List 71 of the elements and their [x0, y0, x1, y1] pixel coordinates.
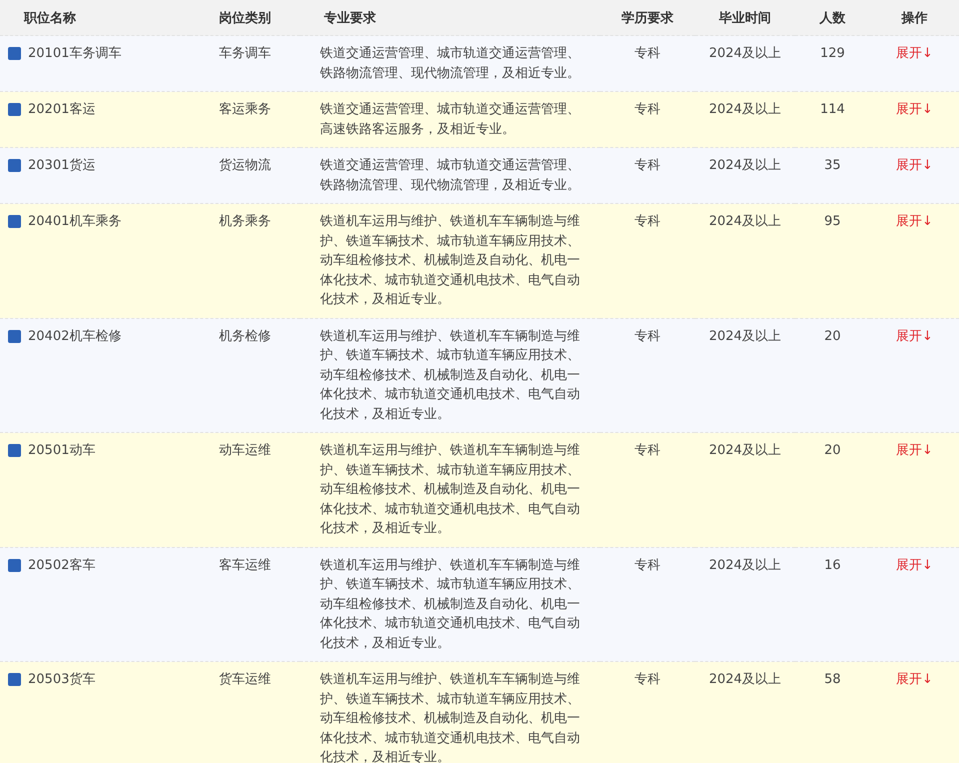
position-category: 货运物流 — [219, 158, 271, 173]
column-header: 岗位类别 — [219, 10, 271, 26]
column-header: 人数 — [820, 10, 846, 26]
square-icon — [8, 215, 21, 228]
position-name: 20301货运 — [28, 157, 96, 175]
headcount: 20 — [824, 328, 841, 344]
position-category: 动车运维 — [219, 443, 271, 458]
column-header: 学历要求 — [622, 10, 674, 26]
position-category: 客运乘务 — [219, 102, 271, 117]
position-name: 20502客车 — [28, 556, 96, 574]
expand-link[interactable]: 展开↓ — [896, 102, 933, 117]
position-name: 20501动车 — [28, 442, 96, 460]
major-requirement: 铁道交通运营管理、城市轨道交通运营管理、铁路物流管理、现代物流管理，及相近专业。 — [319, 157, 581, 194]
graduation-time: 2024及以上 — [708, 558, 782, 572]
square-icon — [8, 558, 21, 572]
graduation-time: 2024及以上 — [708, 672, 782, 687]
position-category: 客车运维 — [219, 558, 271, 572]
major-requirement: 铁道交通运营管理、城市轨道交通运营管理、铁路物流管理、现代物流管理，及相近专业。 — [319, 45, 581, 82]
square-icon — [8, 159, 21, 172]
expand-link[interactable]: 展开↓ — [896, 328, 933, 344]
major-requirement: 铁道交通运营管理、城市轨道交通运营管理、高速铁路客运服务，及相近专业。 — [319, 101, 581, 138]
position-name: 20402机车检修 — [28, 328, 122, 346]
graduation-time: 2024及以上 — [708, 158, 782, 173]
graduation-time: 2024及以上 — [708, 328, 782, 344]
major-requirement: 铁道机车运用与维护、铁道机车车辆制造与维护、铁道车辆技术、城市轨道车辆应用技术、动车组检修技术、机械制造及自动化、机电一体化技术、城市轨道交通机电技术、电气自动化技术，及相近专业。 — [319, 213, 581, 309]
square-icon — [8, 103, 21, 116]
column-header: 毕业时间 — [719, 10, 771, 26]
education-requirement: 专科 — [634, 158, 660, 173]
position-name: 20101车务调车 — [28, 45, 122, 63]
graduation-time: 2024及以上 — [708, 214, 782, 229]
square-icon — [8, 444, 21, 458]
expand-link[interactable]: 展开↓ — [896, 214, 933, 229]
major-requirement: 铁道机车运用与维护、铁道机车车辆制造与维护、铁道车辆技术、城市轨道车辆应用技术、动车组检修技术、机械制造及自动化、机电一体化技术、城市轨道交通机电技术、电气自动化技术，及相近专业。 — [319, 671, 581, 763]
headcount: 35 — [824, 158, 841, 173]
expand-link[interactable]: 展开↓ — [896, 558, 933, 572]
expand-link[interactable]: 展开↓ — [896, 443, 933, 458]
graduation-time: 2024及以上 — [708, 46, 782, 61]
graduation-time: 2024及以上 — [708, 443, 782, 458]
column-header: 专业要求 — [324, 10, 376, 26]
expand-link[interactable]: 展开↓ — [896, 46, 933, 61]
position-name: 20503货车 — [28, 671, 96, 689]
major-requirement: 铁道机车运用与维护、铁道机车车辆制造与维护、铁道车辆技术、城市轨道车辆应用技术、动车组检修技术、机械制造及自动化、机电一体化技术、城市轨道交通机电技术、电气自动化技术，及相近专业。 — [319, 556, 581, 652]
position-name: 20401机车乘务 — [28, 213, 122, 231]
headcount: 129 — [820, 46, 845, 61]
education-requirement: 专科 — [634, 328, 660, 344]
education-requirement: 专科 — [634, 46, 660, 61]
expand-link[interactable]: 展开↓ — [896, 672, 933, 687]
headcount: 95 — [824, 214, 841, 229]
education-requirement: 专科 — [634, 214, 660, 229]
position-category: 机务乘务 — [219, 214, 271, 229]
headcount: 20 — [824, 443, 841, 458]
position-category: 机务检修 — [219, 328, 271, 344]
square-icon — [8, 47, 21, 60]
position-category: 货车运维 — [219, 672, 271, 687]
education-requirement: 专科 — [634, 443, 660, 458]
major-requirement: 铁道机车运用与维护、铁道机车车辆制造与维护、铁道车辆技术、城市轨道车辆应用技术、动车组检修技术、机械制造及自动化、机电一体化技术、城市轨道交通机电技术、电气自动化技术，及相近专业。 — [319, 442, 581, 538]
major-requirement: 铁道机车运用与维护、铁道机车车辆制造与维护、铁道车辆技术、城市轨道车辆应用技术、动车组检修技术、机械制造及自动化、机电一体化技术、城市轨道交通机电技术、电气自动化技术，及相近专业。 — [319, 328, 581, 424]
square-icon — [8, 673, 21, 686]
square-icon — [8, 330, 21, 343]
education-requirement: 专科 — [634, 102, 660, 117]
position-category: 车务调车 — [219, 46, 271, 61]
expand-link[interactable]: 展开↓ — [896, 158, 933, 173]
column-header: 操作 — [902, 10, 928, 26]
column-header: 职位名称 — [24, 10, 76, 26]
position-name: 20201客运 — [28, 101, 96, 119]
graduation-time: 2024及以上 — [708, 102, 782, 117]
headcount: 58 — [824, 672, 841, 687]
education-requirement: 专科 — [634, 672, 660, 687]
education-requirement: 专科 — [634, 558, 660, 572]
headcount: 16 — [824, 558, 841, 572]
headcount: 114 — [820, 102, 845, 117]
